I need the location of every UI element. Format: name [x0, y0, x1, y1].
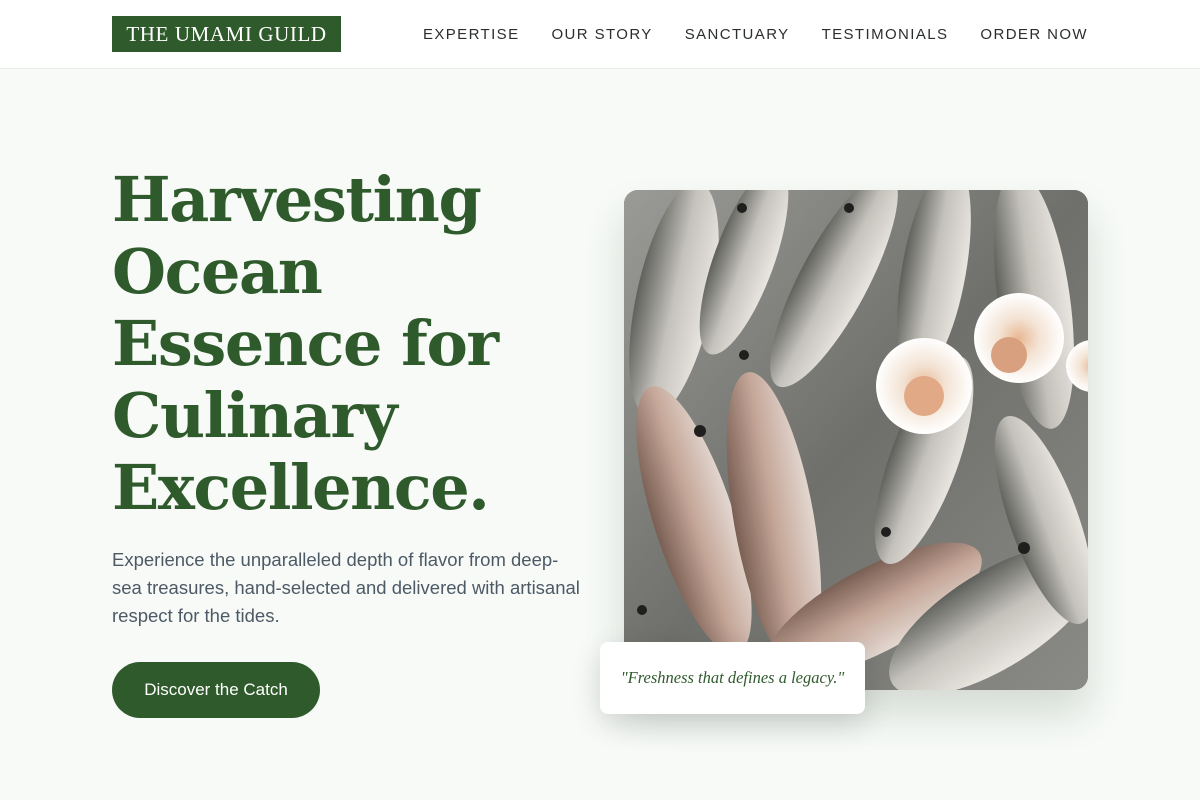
hero-title-line: Excellence.	[112, 451, 490, 524]
main-nav: EXPERTISE OUR STORY SANCTUARY TESTIMONIA…	[423, 24, 1088, 44]
nav-sanctuary[interactable]: SANCTUARY	[685, 26, 790, 43]
site-header: THE UMAMI GUILD EXPERTISE OUR STORY SANC…	[0, 0, 1200, 69]
fish-photo-illustration	[624, 190, 1088, 690]
hero-title-line: Essence for	[112, 307, 499, 380]
nav-testimonials[interactable]: TESTIMONIALS	[822, 26, 949, 43]
hero-title-line: Harvesting	[112, 163, 482, 236]
quote-text: "Freshness that defines a legacy."	[620, 668, 845, 687]
fish-photo	[624, 190, 1088, 690]
nav-order-now[interactable]: ORDER NOW	[980, 26, 1088, 43]
hero-title-line: Ocean	[112, 235, 323, 308]
hero-title: Harvesting Ocean Essence for Culinary Ex…	[112, 164, 592, 524]
nav-expertise[interactable]: EXPERTISE	[423, 26, 520, 43]
hero-description: Experience the unparalleled depth of fla…	[112, 549, 580, 626]
discover-catch-button[interactable]: Discover the Catch	[112, 662, 320, 718]
brand-logo[interactable]: THE UMAMI GUILD	[112, 16, 341, 52]
nav-our-story[interactable]: OUR STORY	[551, 26, 652, 43]
hero-title-line: Culinary	[112, 379, 398, 452]
quote-card: "Freshness that defines a legacy."	[600, 642, 865, 714]
